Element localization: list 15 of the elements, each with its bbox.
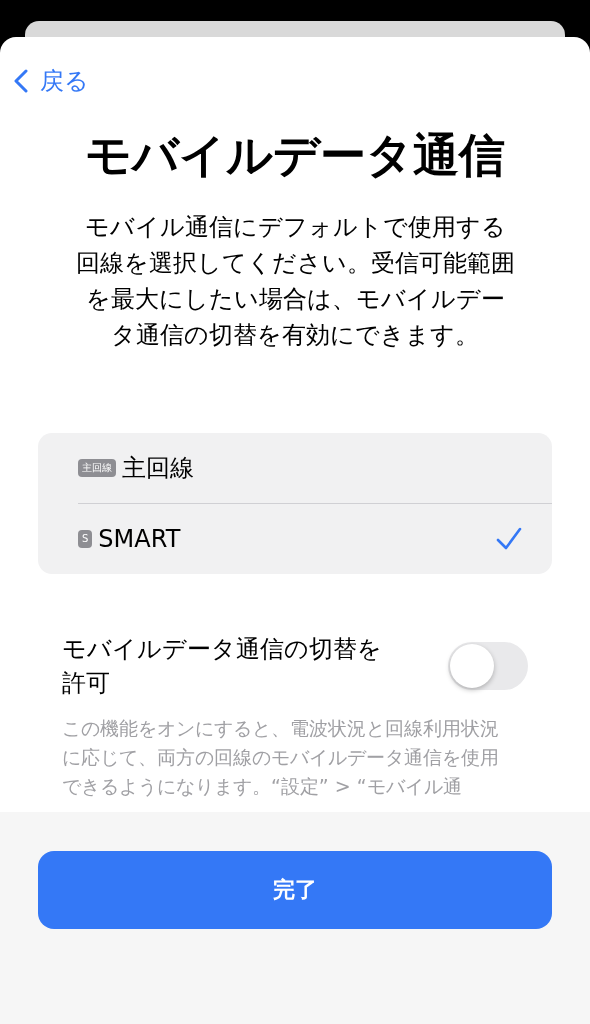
checkmark-icon [496, 527, 522, 551]
line-badge: 主回線 [78, 459, 116, 477]
line-option[interactable]: 主回線 主回線 [78, 433, 552, 504]
line-name: 主回線 [122, 453, 195, 484]
back-icon [14, 68, 28, 94]
line-badge: S [78, 530, 93, 548]
back-button[interactable]: 戻る [14, 65, 89, 97]
done-button[interactable]: 完了 [38, 851, 552, 929]
line-option[interactable]: S SMART [78, 504, 552, 574]
description-text: モバイル通信にデフォルトで使用する回線を選択してください。受信可能範囲を最大にしたい場合は、モバイルデータ通信の切替を有効にできます。 [75, 212, 515, 351]
line-name: SMART [98, 525, 182, 553]
help-text: この機能をオンにすると、電波状況と回線利用状況に応じて、両方の回線のモバイルデータ通信を使用できるようになります。“設定” > “モバイル通 [62, 716, 500, 799]
page-title: モバイルデータ通信 [85, 127, 505, 184]
toggle-label: モバイルデータ通信の切替を許可 [62, 634, 383, 699]
toggle-switch[interactable] [448, 642, 528, 690]
